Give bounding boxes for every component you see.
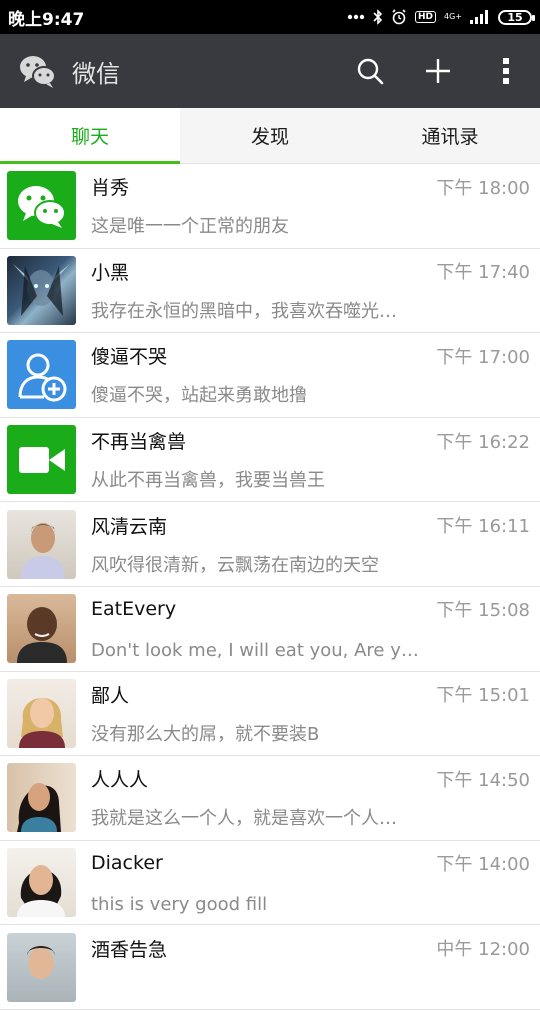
signal-label: 4G+ bbox=[444, 12, 462, 21]
wechat-logo-icon bbox=[18, 51, 58, 91]
chat-preview: 风吹得很清新，云飘荡在南边的天空 bbox=[91, 554, 379, 576]
chat-time: 下午 16:22 bbox=[436, 431, 530, 453]
chat-row[interactable]: 酒香告急 中午 12:00 bbox=[0, 925, 540, 1010]
chat-name: 傻逼不哭 bbox=[91, 346, 168, 369]
bluetooth-icon bbox=[373, 9, 383, 25]
chat-row[interactable]: EatEvery 下午 15:08 Don't look me, I will … bbox=[0, 586, 540, 672]
chat-name: 肖秀 bbox=[91, 177, 130, 200]
chat-time: 下午 14:00 bbox=[436, 854, 530, 876]
chat-name: 风清云南 bbox=[91, 515, 168, 538]
signal-bars-icon bbox=[470, 10, 490, 24]
tab-chats-label: 聊天 bbox=[70, 126, 109, 148]
chat-row[interactable]: Diacker 下午 14:00 this is very good fill bbox=[0, 840, 540, 926]
chat-time: 下午 15:08 bbox=[436, 600, 530, 622]
chat-name: 人人人 bbox=[91, 769, 149, 792]
chat-time: 下午 18:00 bbox=[436, 177, 530, 199]
chat-name: 不再当禽兽 bbox=[91, 431, 187, 454]
chat-name: 小黑 bbox=[91, 261, 130, 284]
man-photo-avatar bbox=[7, 932, 76, 1002]
woman-photo-avatar bbox=[7, 678, 76, 748]
search-icon[interactable] bbox=[336, 34, 404, 108]
chat-time: 下午 15:01 bbox=[436, 685, 530, 707]
status-bar: 晚上9:47 HD 4G+ 15 bbox=[0, 0, 540, 34]
more-vertical-icon[interactable] bbox=[472, 34, 540, 108]
woman-photo-avatar bbox=[7, 763, 76, 833]
battery-level: 15 bbox=[507, 10, 523, 24]
chat-name: EatEvery bbox=[91, 598, 177, 621]
chat-preview: 这是唯一一个正常的朋友 bbox=[91, 216, 289, 238]
chat-list: 肖秀 下午 18:00 这是唯一一个正常的朋友 小黑 下午 17:40 我存在永… bbox=[0, 164, 540, 1010]
chat-time: 下午 17:00 bbox=[436, 346, 530, 368]
dots-icon bbox=[347, 14, 365, 20]
chat-preview: 我存在永恒的黑暗中，我喜欢吞噬光… bbox=[91, 300, 397, 322]
chat-time: 下午 17:40 bbox=[436, 262, 530, 284]
tab-discover[interactable]: 发现 bbox=[180, 108, 360, 163]
chat-row[interactable]: 傻逼不哭 下午 17:00 傻逼不哭，站起来勇敢地撸 bbox=[0, 333, 540, 418]
tab-chats[interactable]: 聊天 bbox=[0, 108, 180, 164]
chat-name: 酒香告急 bbox=[91, 938, 168, 961]
status-time: 晚上9:47 bbox=[8, 9, 85, 30]
chat-row[interactable]: 人人人 下午 14:50 我就是这么一个人，就是喜欢一个人… bbox=[0, 756, 540, 841]
chat-name: Diacker bbox=[91, 852, 163, 875]
chat-name: 鄙人 bbox=[91, 684, 130, 707]
chat-time: 中午 12:00 bbox=[436, 939, 530, 961]
tab-contacts-label: 通讯录 bbox=[421, 126, 479, 148]
chat-preview: 傻逼不哭，站起来勇敢地撸 bbox=[91, 385, 307, 407]
chat-preview: this is very good fill bbox=[91, 894, 268, 916]
chat-preview: 从此不再当禽兽，我要当兽王 bbox=[91, 470, 325, 492]
chat-row[interactable]: 不再当禽兽 下午 16:22 从此不再当禽兽，我要当兽王 bbox=[0, 417, 540, 503]
chat-time: 下午 14:50 bbox=[436, 769, 530, 791]
tab-bar: 聊天 发现 通讯录 bbox=[0, 108, 540, 164]
video-camera-avatar bbox=[7, 425, 76, 495]
chat-time: 下午 16:11 bbox=[436, 516, 530, 538]
dark-elf-avatar bbox=[7, 255, 76, 325]
chat-row[interactable]: 鄙人 下午 15:01 没有那么大的屌，就不要装B bbox=[0, 671, 540, 757]
chat-row[interactable]: 肖秀 下午 18:00 这是唯一一个正常的朋友 bbox=[0, 164, 540, 249]
signal-icon: 4G+ bbox=[444, 13, 462, 21]
wechat-logo-avatar bbox=[7, 171, 76, 241]
app-title: 微信 bbox=[72, 59, 120, 88]
status-icons: HD 4G+ 15 bbox=[347, 9, 535, 25]
man-photo-avatar bbox=[7, 594, 76, 664]
tab-discover-label: 发现 bbox=[250, 126, 289, 148]
woman-photo-avatar bbox=[7, 848, 76, 918]
alarm-icon bbox=[391, 9, 407, 25]
hd-badge: HD bbox=[414, 11, 436, 23]
chat-preview: 没有那么大的屌，就不要装B bbox=[91, 723, 320, 745]
battery-icon: 15 bbox=[498, 9, 535, 25]
chat-preview: Don't look me, I will eat you, Are you… bbox=[91, 640, 419, 662]
add-contact-avatar bbox=[7, 340, 76, 410]
tab-contacts[interactable]: 通讯录 bbox=[360, 108, 540, 163]
app-bar: 微信 bbox=[0, 34, 540, 108]
plus-icon[interactable] bbox=[404, 34, 472, 108]
chat-row[interactable]: 小黑 下午 17:40 我存在永恒的黑暗中，我喜欢吞噬光… bbox=[0, 248, 540, 334]
man-photo-avatar bbox=[7, 509, 76, 579]
chat-row[interactable]: 风清云南 下午 16:11 风吹得很清新，云飘荡在南边的天空 bbox=[0, 502, 540, 587]
chat-preview: 我就是这么一个人，就是喜欢一个人… bbox=[91, 808, 397, 830]
